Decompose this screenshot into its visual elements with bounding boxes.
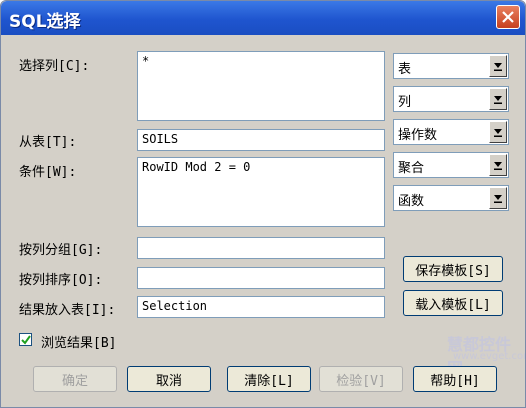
into-table-label: 结果放入表[I]: [19, 303, 116, 318]
group-by-label: 按列分组[G]: [19, 243, 103, 258]
aggregate-combo-dropdown[interactable] [489, 154, 507, 176]
title-bar: SQL选择 [1, 1, 525, 35]
watermark: 慧都控件网 www.evget.com [437, 331, 526, 378]
column-combo-value: 列 [398, 95, 412, 110]
operator-combo-dropdown[interactable] [489, 121, 507, 143]
browse-results-checkbox[interactable] [19, 333, 32, 346]
verify-button[interactable]: 检验[V] [319, 366, 403, 392]
into-table-field[interactable]: Selection [137, 296, 385, 318]
operator-combo-value: 操作数 [398, 128, 438, 143]
sql-select-dialog: SQL选择 选择列[C]: 从表[T]: 条件[W]: 按列分组[G]: 按列排… [0, 0, 526, 408]
dropdown-arrow-icon [494, 162, 502, 170]
from-table-label: 从表[T]: [19, 135, 77, 150]
function-combo[interactable]: 函数 [393, 185, 509, 211]
operator-combo[interactable]: 操作数 [393, 119, 509, 145]
group-by-field[interactable] [137, 237, 385, 259]
clear-button[interactable]: 清除[L] [227, 366, 311, 392]
close-icon [502, 11, 514, 23]
browse-results-label: 浏览结果[B] [41, 336, 117, 351]
cancel-button[interactable]: 取消 [127, 366, 211, 392]
condition-label: 条件[W]: [19, 165, 77, 180]
function-combo-value: 函数 [398, 194, 425, 209]
aggregate-combo[interactable]: 聚合 [393, 152, 509, 178]
select-columns-field[interactable]: * [137, 51, 385, 121]
table-combo[interactable]: 表 [393, 53, 509, 79]
help-button[interactable]: 帮助[H] [413, 366, 497, 392]
function-combo-dropdown[interactable] [489, 187, 507, 209]
from-table-field[interactable]: SOILS [137, 129, 385, 151]
dropdown-arrow-icon [494, 195, 502, 203]
aggregate-combo-value: 聚合 [398, 161, 425, 176]
order-by-field[interactable] [137, 267, 385, 289]
checkmark-icon [21, 335, 31, 345]
dialog-title: SQL选择 [9, 12, 81, 32]
ok-button[interactable]: 确定 [33, 366, 117, 392]
dropdown-arrow-icon [494, 129, 502, 137]
dropdown-arrow-icon [494, 96, 502, 104]
dropdown-arrow-icon [494, 63, 502, 71]
condition-field[interactable]: RowID Mod 2 = 0 [137, 157, 385, 227]
column-combo-dropdown[interactable] [489, 88, 507, 110]
close-button[interactable] [496, 5, 520, 29]
column-combo[interactable]: 列 [393, 86, 509, 112]
table-combo-dropdown[interactable] [489, 55, 507, 77]
table-combo-value: 表 [398, 62, 412, 77]
watermark-url: www.evget.com [453, 351, 526, 362]
select-columns-label: 选择列[C]: [19, 59, 90, 74]
order-by-label: 按列排序[O]: [19, 273, 103, 288]
load-template-button[interactable]: 载入模板[L] [403, 290, 503, 316]
save-template-button[interactable]: 保存模板[S] [403, 256, 503, 282]
